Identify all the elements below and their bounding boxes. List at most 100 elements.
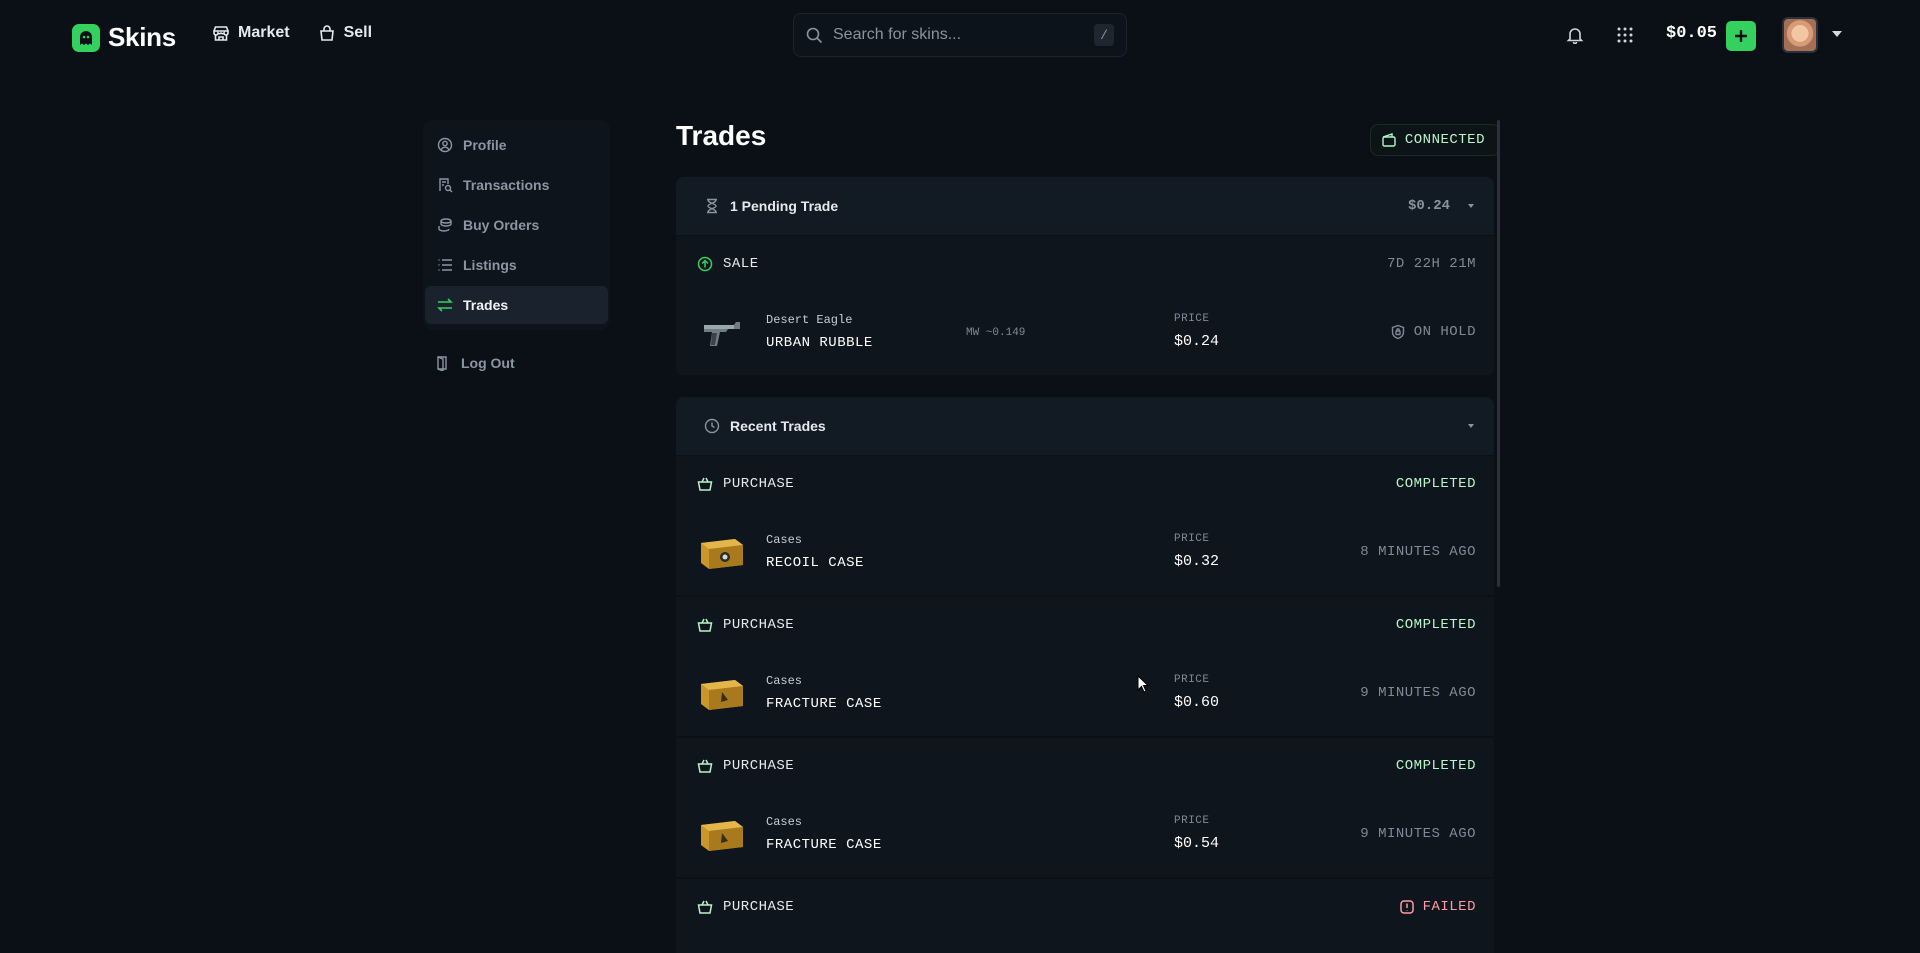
connection-status-label: CONNECTED — [1404, 132, 1485, 148]
nav-sell[interactable]: Sell — [318, 24, 372, 42]
connection-status-badge[interactable]: CONNECTED — [1369, 124, 1500, 156]
logout-button[interactable]: Log Out — [425, 344, 608, 382]
basket-icon — [697, 900, 713, 914]
nav-market[interactable]: Market — [212, 24, 290, 42]
trade-status-label: FAILED — [1422, 898, 1476, 915]
item-name: RECOIL CASE — [766, 555, 864, 571]
item-price: $0.24 — [1174, 333, 1220, 350]
trade-type-row: PURCHASE COMPLETED — [676, 737, 1494, 793]
trade-type-row: PURCHASE FAILED — [676, 878, 1494, 934]
trade-item-row[interactable]: Cases FRACTURE CASE PRICE $0.54 9 MINUTE… — [676, 793, 1494, 878]
item-info: Cases RECOIL CASE — [766, 533, 864, 571]
trade-hold-timer: 7D 22H 21M — [1386, 255, 1476, 272]
item-price-block: PRICE $0.24 — [1174, 313, 1219, 350]
basket-icon — [697, 477, 713, 491]
search-bar: / — [793, 13, 1127, 57]
price-label: PRICE — [1174, 815, 1210, 827]
main-nav: Market Sell — [212, 24, 372, 42]
sidebar-item-listings[interactable]: Listings — [425, 246, 608, 284]
chevron-down-icon[interactable] — [1468, 204, 1474, 208]
item-price-block: PRICE $0.60 — [1174, 674, 1219, 711]
item-price: $0.54 — [1174, 835, 1220, 852]
receipt-search-icon — [439, 178, 453, 193]
bell-icon[interactable] — [1566, 26, 1584, 44]
trade-status-label: COMPLETED — [1395, 757, 1476, 774]
item-info: Cases FRACTURE CASE — [766, 674, 882, 712]
trade-status: ON HOLD — [1390, 324, 1476, 340]
desert-eagle-thumbnail — [704, 322, 740, 346]
logout-label: Log Out — [461, 355, 515, 371]
recent-trades-panel: Recent Trades PURCHASE COMPLETED Cases R… — [676, 397, 1494, 953]
item-category: Cases — [766, 533, 803, 547]
trade-status-label: ON HOLD — [1413, 324, 1476, 340]
alert-badge-icon — [1399, 899, 1414, 914]
sidebar-item-transactions[interactable]: Transactions — [425, 166, 608, 204]
trade-type-row: PURCHASE COMPLETED — [676, 596, 1494, 652]
item-price-block: PRICE $0.32 — [1174, 533, 1219, 570]
item-price: $0.60 — [1174, 694, 1220, 711]
plus-icon — [1735, 30, 1747, 42]
trade-item-row[interactable]: Cases FRACTURE CASE PRICE $0.60 9 MINUTE… — [676, 652, 1494, 737]
price-label: PRICE — [1174, 533, 1210, 545]
recent-trades-header[interactable]: Recent Trades — [676, 397, 1494, 455]
user-avatar[interactable] — [1782, 17, 1818, 53]
recent-trades-title: Recent Trades — [730, 418, 826, 434]
door-exit-icon — [437, 356, 447, 371]
price-label: PRICE — [1174, 313, 1210, 325]
user-circle-icon — [437, 137, 453, 153]
coins-icon — [438, 218, 452, 232]
search-shortcut-key: / — [1094, 24, 1114, 46]
basket-icon — [697, 618, 713, 632]
pending-trades-title: 1 Pending Trade — [730, 198, 839, 214]
trade-item-row[interactable]: Cases RECOIL CASE PRICE $0.32 8 MINUTES … — [676, 511, 1494, 596]
search-input[interactable] — [833, 26, 1084, 44]
trade-status: FAILED — [1399, 899, 1476, 915]
arrow-up-circle-icon — [697, 256, 713, 271]
hourglass-icon — [707, 198, 717, 214]
item-float-value: MW ~0.149 — [966, 327, 1026, 339]
brand-logo[interactable]: Skins — [72, 22, 176, 53]
fracture-case-thumbnail — [701, 680, 743, 710]
item-price-block: PRICE $0.54 — [1174, 815, 1219, 852]
sidebar-item-profile[interactable]: Profile — [425, 126, 608, 164]
price-label: PRICE — [1174, 674, 1210, 686]
search-icon — [806, 27, 823, 43]
account-sidebar: Profile Transactions Buy Orders Listings… — [423, 120, 610, 384]
trade-time: 9 MINUTES AGO — [1360, 685, 1476, 701]
bag-icon — [319, 25, 334, 41]
content-scrollbar[interactable] — [1497, 120, 1500, 587]
item-category: Cases — [766, 674, 803, 688]
ghost-logo-icon — [72, 23, 100, 52]
fracture-case-thumbnail — [701, 821, 743, 851]
wallet-balance[interactable]: $0.05 — [1666, 24, 1717, 43]
trade-type-row: SALE 7D 22H 21M — [676, 235, 1494, 291]
item-name: FRACTURE CASE — [766, 837, 882, 853]
brand-name: Skins — [108, 22, 176, 52]
sidebar-item-label: Transactions — [463, 177, 550, 193]
storefront-icon — [213, 26, 229, 41]
lock-shield-icon — [1391, 324, 1404, 340]
top-bar: Skins Market Sell / $0.05 — [0, 0, 1920, 70]
chevron-down-icon[interactable] — [1468, 424, 1474, 428]
pending-trades-header[interactable]: 1 Pending Trade $0.24 — [676, 177, 1494, 235]
pending-trades-panel: 1 Pending Trade $0.24 SALE 7D 22H 21M De… — [676, 177, 1494, 376]
trade-status-label: COMPLETED — [1395, 616, 1476, 633]
sidebar-item-label: Buy Orders — [463, 217, 540, 233]
item-category: Desert Eagle — [766, 313, 853, 327]
apps-grid-icon[interactable] — [1617, 27, 1633, 43]
nav-market-label: Market — [238, 24, 290, 41]
trade-type-label: PURCHASE — [723, 616, 795, 633]
sidebar-item-label: Profile — [463, 137, 507, 153]
sidebar-item-trades[interactable]: Trades — [425, 286, 608, 324]
account-menu-chevron-icon[interactable] — [1832, 31, 1842, 37]
sidebar-item-buy-orders[interactable]: Buy Orders — [425, 206, 608, 244]
wallet-icon — [1382, 133, 1396, 147]
trade-time: 8 MINUTES AGO — [1360, 544, 1476, 560]
item-info: Cases FRACTURE CASE — [766, 815, 882, 853]
trade-status-label: COMPLETED — [1395, 475, 1476, 492]
swap-arrows-icon — [437, 298, 453, 312]
nav-sell-label: Sell — [343, 24, 373, 41]
add-funds-button[interactable] — [1726, 21, 1756, 51]
trade-type-label: PURCHASE — [723, 898, 795, 915]
trade-item-row[interactable]: Desert Eagle URBAN RUBBLE MW ~0.149 PRIC… — [676, 291, 1494, 376]
